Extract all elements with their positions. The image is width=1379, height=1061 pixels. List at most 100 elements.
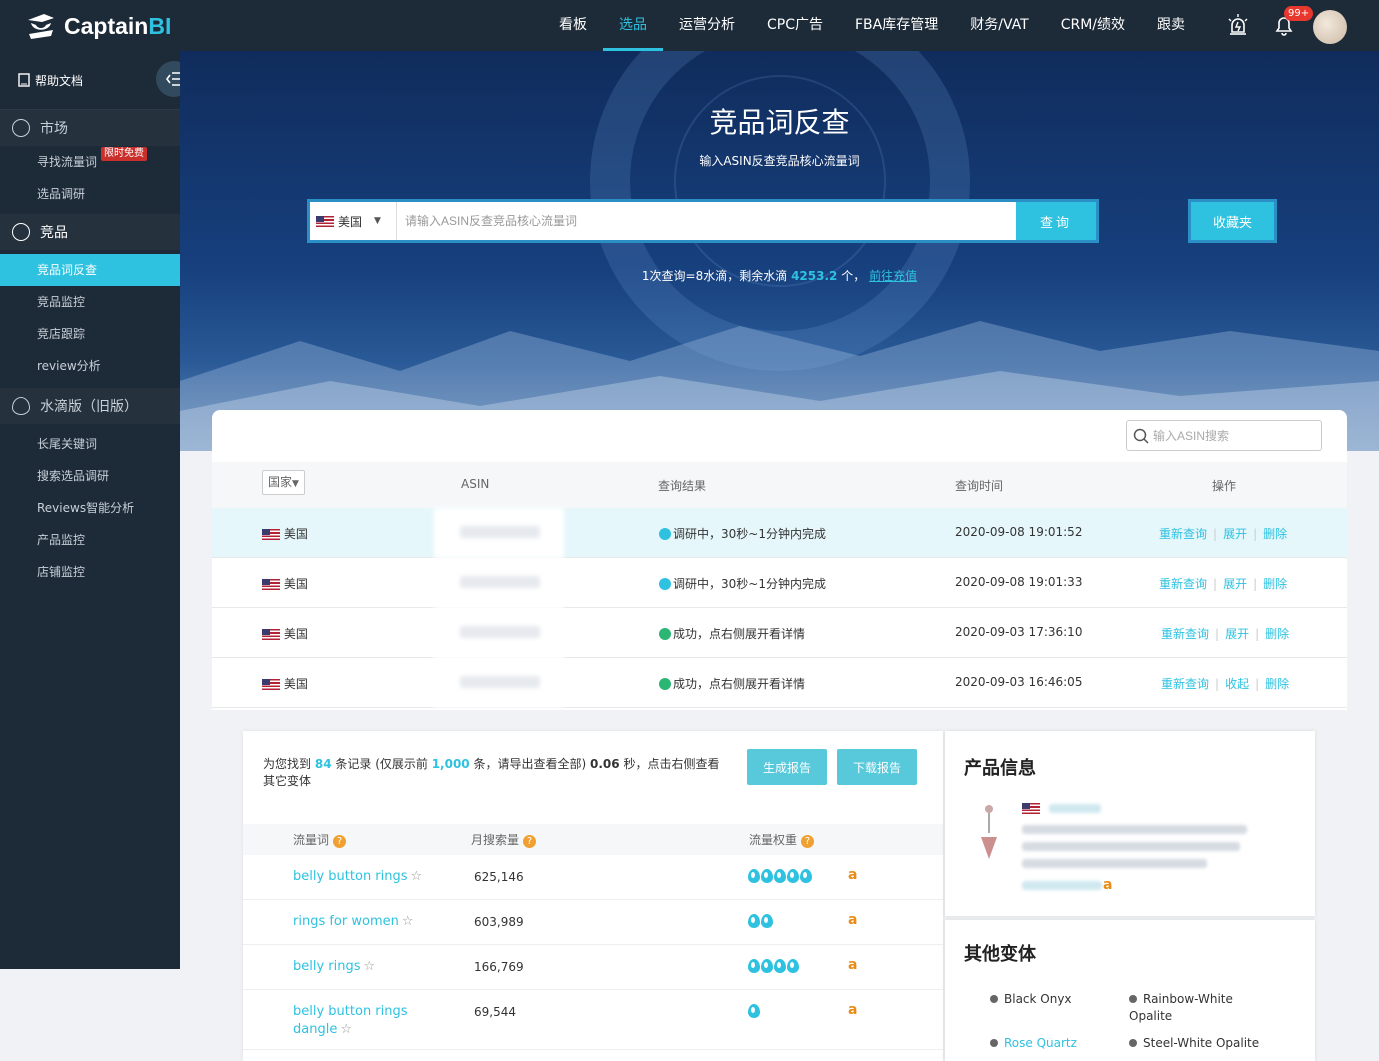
- variant-item[interactable]: Steel-White Opalite: [1129, 1035, 1259, 1052]
- search-icon: [1133, 428, 1149, 444]
- delete-link[interactable]: 删除: [1265, 627, 1289, 641]
- country-select[interactable]: 美国 ▼: [310, 202, 397, 240]
- nav-follow-sell[interactable]: 跟卖: [1141, 0, 1201, 51]
- nav-product-selection[interactable]: 选品: [603, 0, 663, 51]
- star-icon[interactable]: ☆: [364, 959, 376, 974]
- sidebar-item-review-analysis[interactable]: review分析: [0, 350, 180, 382]
- avatar[interactable]: [1313, 10, 1347, 44]
- amazon-icon[interactable]: a: [848, 957, 857, 973]
- col-volume: 月搜索量: [471, 833, 520, 847]
- water-drop-icon: [761, 959, 773, 973]
- requery-link[interactable]: 重新查询: [1159, 527, 1207, 541]
- star-icon[interactable]: ☆: [411, 869, 423, 884]
- help-docs-label: 帮助文档: [35, 73, 84, 88]
- main-nav: 看板 选品 运营分析 CPC广告 FBA库存管理 财务/VAT CRM/绩效 跟…: [543, 0, 1201, 51]
- sidebar-item-competitor-monitor[interactable]: 竞品监控: [0, 286, 180, 318]
- help-icon[interactable]: ?: [523, 835, 537, 848]
- query-history-panel: 国家▼ ASIN 查询结果 查询时间 操作 美国 调研中，30秒~1分钟内完成 …: [212, 410, 1347, 710]
- expand-link[interactable]: 展开: [1223, 577, 1247, 591]
- nav-dashboard[interactable]: 看板: [543, 0, 603, 51]
- collapse-link[interactable]: 收起: [1225, 677, 1249, 691]
- download-report-button[interactable]: 下载报告: [837, 749, 917, 785]
- sidebar-group-label: 竞品: [40, 225, 68, 241]
- row-country: 美国: [283, 677, 308, 691]
- nav-fba-inventory[interactable]: FBA库存管理: [839, 0, 954, 51]
- alarm-light-icon[interactable]: [1226, 13, 1250, 37]
- logo-icon: [28, 14, 54, 39]
- help-icon[interactable]: ?: [333, 835, 347, 848]
- captainbi-logo[interactable]: Captain BI: [24, 8, 171, 44]
- help-icon[interactable]: ?: [801, 835, 815, 848]
- table-row[interactable]: 美国 成功，点右侧展开看详情 2020-09-03 17:36:10 重新查询 |…: [212, 608, 1347, 658]
- star-icon[interactable]: ☆: [402, 914, 414, 929]
- expand-link[interactable]: 展开: [1223, 527, 1247, 541]
- keyword-link[interactable]: belly rings ☆: [293, 958, 463, 976]
- query-button[interactable]: 查询: [1016, 202, 1096, 240]
- water-drop-icon: [787, 869, 799, 883]
- nav-cpc-ads[interactable]: CPC广告: [751, 0, 839, 51]
- sidebar-item-label: 竞品词反查: [37, 263, 98, 277]
- us-flag-icon: [262, 679, 280, 690]
- nav-finance-vat[interactable]: 财务/VAT: [954, 0, 1044, 51]
- keyword-link[interactable]: belly button rings dangle ☆: [293, 1003, 413, 1039]
- sidebar-group-competitor[interactable]: 竞品: [0, 214, 180, 250]
- table-row[interactable]: belly button rings ☆ 625,146 a: [243, 855, 943, 900]
- nav-operations[interactable]: 运营分析: [663, 0, 751, 51]
- star-icon[interactable]: ☆: [340, 1022, 352, 1037]
- sidebar-item-competitor-keywords[interactable]: 竞品词反查: [0, 254, 180, 286]
- clock-icon: [659, 528, 671, 540]
- table-row[interactable]: 美国 调研中，30秒~1分钟内完成 2020-09-08 19:01:52 重新…: [212, 508, 1347, 558]
- keyword-link[interactable]: belly button rings ☆: [293, 868, 463, 886]
- variant-item[interactable]: Rainbow-White Opalite: [1129, 991, 1279, 1025]
- amazon-icon[interactable]: a: [848, 1002, 857, 1018]
- variant-item[interactable]: Rose Quartz: [990, 1035, 1077, 1052]
- sidebar-item-product-monitor[interactable]: 产品监控: [0, 524, 180, 556]
- generate-report-button[interactable]: 生成报告: [747, 749, 827, 785]
- requery-link[interactable]: 重新查询: [1161, 677, 1209, 691]
- sidebar-item-search-research[interactable]: 搜索选品调研: [0, 460, 180, 492]
- table-row[interactable]: rings for women ☆ 603,989 a: [243, 900, 943, 945]
- asin-input[interactable]: [397, 202, 1016, 240]
- sidebar-group-water-drop[interactable]: 水滴版（旧版）: [0, 388, 180, 424]
- traffic-weight: [748, 914, 774, 928]
- us-flag-icon: [262, 579, 280, 590]
- table-row[interactable]: belly button rings dangle ☆ 69,544 a: [243, 990, 943, 1050]
- variant-item[interactable]: Black Onyx: [990, 991, 1072, 1008]
- col-keyword: 流量词: [293, 833, 330, 847]
- sidebar-item-research[interactable]: 选品调研: [0, 178, 180, 210]
- water-drop-icon: [748, 869, 760, 883]
- col-weight: 流量权重: [749, 833, 798, 847]
- keyword-link[interactable]: rings for women ☆: [293, 913, 463, 931]
- bullet-icon: [990, 995, 998, 1003]
- sidebar-item-find-keywords[interactable]: 寻找流量词 限时免费: [0, 146, 180, 178]
- sidebar-group-market[interactable]: 市场: [0, 110, 180, 146]
- free-tag: 限时免费: [101, 147, 147, 161]
- amazon-icon[interactable]: a: [848, 867, 857, 883]
- favorites-button[interactable]: 收藏夹: [1188, 199, 1277, 243]
- history-table-header: 国家▼ ASIN 查询结果 查询时间 操作: [212, 462, 1347, 508]
- requery-link[interactable]: 重新查询: [1159, 577, 1207, 591]
- table-row[interactable]: belly rings ☆ 166,769 a: [243, 945, 943, 990]
- water-drop-icon: [761, 869, 773, 883]
- table-row[interactable]: 美国 成功，点右侧展开看详情 2020-09-03 16:46:05 重新查询 |…: [212, 658, 1347, 708]
- sidebar: 帮助文档 市场 寻找流量词 限时免费 选品调研 竞品 竞品词反查 竞品监控 竞店跟…: [0, 51, 192, 969]
- sidebar-item-shop-monitor[interactable]: 店铺监控: [0, 556, 180, 588]
- country-filter[interactable]: 国家▼: [262, 470, 305, 495]
- product-image[interactable]: [975, 803, 1003, 861]
- expand-link[interactable]: 展开: [1225, 627, 1249, 641]
- requery-link[interactable]: 重新查询: [1161, 627, 1209, 641]
- amazon-icon[interactable]: a: [848, 912, 857, 928]
- recharge-link[interactable]: 前往充值: [869, 269, 917, 283]
- sidebar-item-long-tail[interactable]: 长尾关键词: [0, 428, 180, 460]
- help-docs-link[interactable]: 帮助文档: [0, 51, 180, 110]
- amazon-icon[interactable]: a: [1103, 877, 1112, 893]
- history-search-input[interactable]: [1153, 428, 1313, 443]
- delete-link[interactable]: 删除: [1265, 677, 1289, 691]
- results-summary: 为您找到 84 条记录 (仅展示前 1,000 条，请导出查看全部) 0.06 …: [263, 756, 723, 790]
- delete-link[interactable]: 删除: [1263, 577, 1287, 591]
- table-row[interactable]: 美国 调研中，30秒~1分钟内完成 2020-09-08 19:01:33 重新…: [212, 558, 1347, 608]
- delete-link[interactable]: 删除: [1263, 527, 1287, 541]
- nav-crm[interactable]: CRM/绩效: [1045, 0, 1141, 51]
- sidebar-item-store-tracking[interactable]: 竞店跟踪: [0, 318, 180, 350]
- sidebar-item-reviews-ai[interactable]: Reviews智能分析: [0, 492, 180, 524]
